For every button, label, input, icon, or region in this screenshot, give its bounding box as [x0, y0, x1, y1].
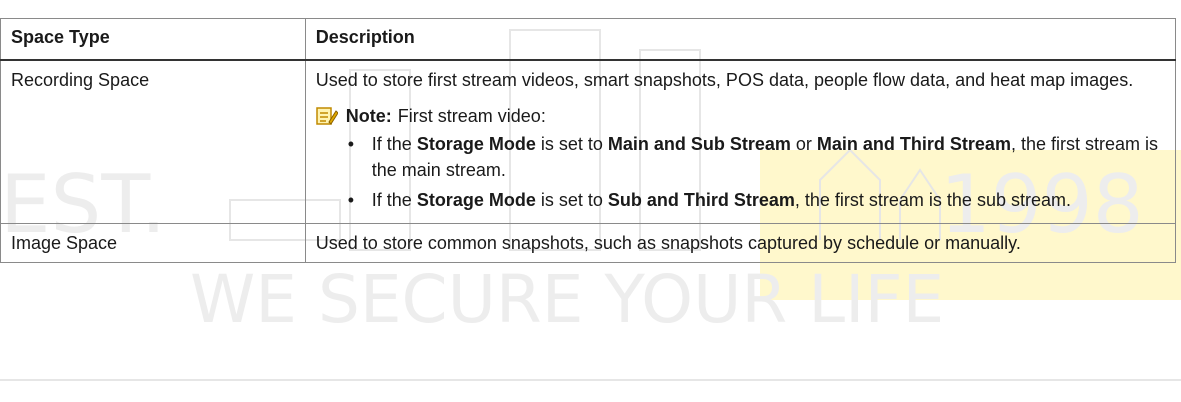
note: Note: First stream video:	[316, 103, 1165, 129]
document-page: EST. 1998 WE SECURE YOUR LIFE Space Type…	[0, 0, 1181, 402]
list-text: If the	[371, 190, 417, 210]
header-space-type: Space Type	[0, 18, 306, 61]
header-description: Description	[304, 18, 1177, 61]
table-row: Image Space Used to store common snapsho…	[0, 223, 1177, 263]
note-list: If the Storage Mode is set to Main and S…	[316, 131, 1165, 213]
bold-term: Storage Mode	[416, 190, 536, 210]
list-text: or	[790, 134, 817, 154]
list-text: , the first stream is the sub stream.	[794, 190, 1071, 210]
bold-term: Main and Third Stream	[816, 134, 1011, 154]
bold-term: Storage Mode	[416, 134, 536, 154]
list-text: is set to	[535, 190, 608, 210]
note-text: First stream video:	[397, 106, 546, 126]
cell-description: Used to store first stream videos, smart…	[304, 59, 1177, 224]
cell-space-type: Image Space	[0, 223, 306, 263]
list-text: If the	[371, 134, 417, 154]
list-item: If the Storage Mode is set to Sub and Th…	[348, 187, 1165, 213]
list-text: is set to	[535, 134, 608, 154]
note-icon	[316, 107, 338, 125]
note-content: Note: First stream video:	[346, 103, 546, 129]
bold-term: Sub and Third Stream	[607, 190, 795, 210]
space-type-table: Space Type Description Recording Space U…	[0, 18, 1177, 263]
cell-space-type: Recording Space	[0, 59, 306, 224]
list-item: If the Storage Mode is set to Main and S…	[348, 131, 1165, 183]
bold-term: Main and Sub Stream	[607, 134, 791, 154]
cell-description: Used to store common snapshots, such as …	[304, 223, 1177, 263]
note-label: Note:	[345, 106, 392, 126]
description-text: Used to store first stream videos, smart…	[315, 70, 1134, 90]
watermark-slogan: WE SECURE YOUR LIFE	[190, 261, 944, 338]
table-row: Recording Space Used to store first stre…	[0, 59, 1177, 224]
table-header-row: Space Type Description	[0, 18, 1177, 61]
